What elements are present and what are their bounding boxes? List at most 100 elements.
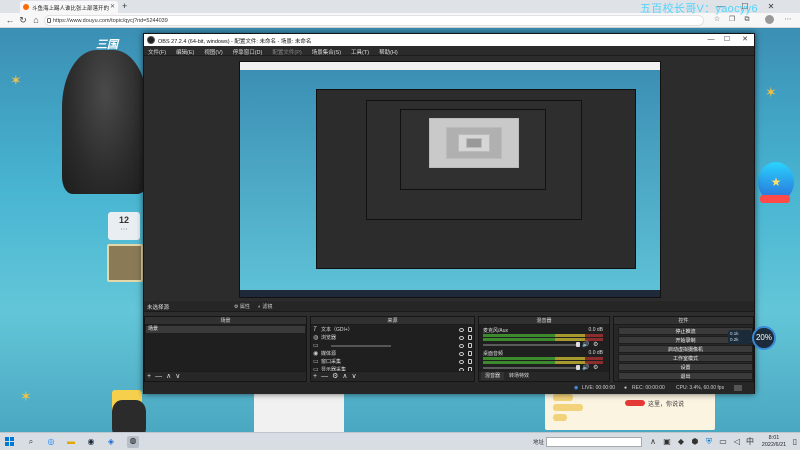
move-scene-up-button[interactable]: ∧ [164,372,173,382]
lock-icon[interactable] [468,359,472,364]
side-card-counter[interactable]: 12 • • • [108,212,140,240]
controls-dock-title: 控件 [614,317,753,325]
scenes-dock-title: 场景 [145,317,306,325]
visibility-eye-icon[interactable] [459,344,464,348]
obs-close-button[interactable]: ✕ [738,35,752,45]
tab-transitions[interactable]: 转场特效 [505,372,534,380]
tray-app-icon[interactable]: ⬢ [690,437,700,447]
steam-icon[interactable]: ◉ [86,437,96,447]
remove-source-button[interactable]: — [319,372,330,382]
source-item[interactable]: ◍ 浏览器 [311,334,474,342]
rec-icon: ● [624,385,628,391]
source-item[interactable]: ▭ 窗口采集 [311,358,474,366]
menu-profile[interactable]: 配置文件(P) [268,46,307,56]
settings-button[interactable]: 设置 [618,363,753,371]
gear-icon[interactable]: ⚙ [593,341,598,348]
obs-minimize-button[interactable]: — [704,35,718,45]
address-bar[interactable]: https://www.douyu.com/topic/qycj?rid=524… [44,15,704,26]
app-icon[interactable]: ◈ [106,437,116,447]
lock-icon[interactable] [468,351,472,356]
menu-help[interactable]: 帮助(H) [375,46,404,56]
mic-aux-db: 0.0 dB [588,327,603,333]
speaker-icon[interactable]: 🔊 [582,341,589,348]
browser-close-button[interactable]: ✕ [760,0,782,13]
visibility-eye-icon[interactable] [459,336,464,340]
mic-aux-label: 麦克风/Aux [483,328,509,334]
move-scene-down-button[interactable]: ∨ [173,372,182,382]
visibility-eye-icon[interactable] [459,352,464,356]
remove-scene-button[interactable]: — [153,372,164,382]
slider-knob[interactable] [576,365,580,370]
source-item[interactable]: ◉ 媒体源 [311,350,474,358]
back-button[interactable]: ← [4,14,16,26]
lock-icon[interactable] [468,335,472,340]
obs-logo-icon [147,36,155,44]
profile-avatar[interactable] [765,15,774,24]
windows-start-icon[interactable] [5,437,15,447]
chat-area [545,390,715,430]
windows-taskbar: ⌕ ◎ ▬ ◉ ◈ ◍ 地址 ∧ ▣ ◆ ⬢ ⛨ ▭ ◁ 中 8:01 2022… [0,432,800,450]
collections-icon[interactable]: ❐ [727,15,737,25]
speaker-icon[interactable]: 🔊 [582,364,589,371]
mic-aux-volume-slider[interactable] [483,342,580,347]
studio-mode-button[interactable]: 工作室模式 [618,354,753,362]
search-icon[interactable]: ⌕ [26,437,36,447]
obs-taskbar-icon[interactable]: ◍ [127,436,139,448]
exit-button[interactable]: 退出 [618,372,753,380]
nested-obs-capture-2 [366,100,582,220]
ime-icon[interactable]: 中 [745,437,755,447]
home-icon[interactable]: ⌂ [30,14,42,26]
menu-tools[interactable]: 工具(T) [347,46,375,56]
slider-knob[interactable] [576,342,580,347]
menu-edit[interactable]: 编辑(E) [172,46,200,56]
move-source-up-button[interactable]: ∧ [340,372,349,382]
menu-file[interactable]: 文件(F) [144,46,172,56]
new-tab-button[interactable]: + [122,1,127,11]
visibility-eye-icon[interactable] [459,328,464,332]
tray-app-icon[interactable]: ▣ [662,437,672,447]
obs-preview[interactable] [144,56,754,300]
tab-close-icon[interactable]: ✕ [110,3,115,10]
network-icon[interactable]: ▭ [718,437,728,447]
more-menu-icon[interactable]: ⋯ [783,15,793,25]
browser-tab[interactable]: 斗鱼海上踢人谁比张上部落开的 ✕ [20,1,118,13]
start-virtual-camera-button[interactable]: 启动虚拟摄像机 [618,345,753,353]
source-item[interactable]: ▭ [311,342,474,350]
desktop-audio-volume-slider[interactable] [483,365,580,370]
lock-icon[interactable] [468,327,472,332]
properties-button[interactable]: ⚙ 属性 [234,303,250,310]
gear-icon[interactable]: ⚙ [593,364,598,371]
extensions-icon[interactable]: ⧉ [742,15,752,25]
visibility-eye-icon[interactable] [459,360,464,364]
defender-icon[interactable]: ⛨ [704,437,714,447]
filters-button[interactable]: ◐ 滤镜 [258,303,272,310]
menu-scene-collection[interactable]: 场景集合(S) [308,46,347,56]
menu-view[interactable]: 视图(V) [200,46,228,56]
source-item[interactable]: T 文本（GDI+） [311,326,474,334]
tray-app-icon[interactable]: ◆ [676,437,686,447]
add-source-button[interactable]: + [311,372,319,382]
tab-mixer[interactable]: 混音器 [481,372,505,380]
warrior-thumbnail [112,400,146,433]
volume-icon[interactable]: ◁ [732,437,742,447]
taskbar-address-input[interactable] [546,437,642,447]
menu-docks[interactable]: 停靠窗口(D) [229,46,269,56]
tray-chevron-icon[interactable]: ∧ [648,437,658,447]
refresh-icon[interactable]: ↻ [17,14,29,26]
file-explorer-icon[interactable]: ▬ [66,437,76,447]
notification-icon[interactable]: ▯ [790,437,800,447]
desktop-audio-meter [483,357,603,360]
source-settings-gear-icon[interactable]: ⚙ [330,372,340,382]
edge-browser-icon[interactable]: ◎ [46,437,56,447]
ad-button[interactable] [760,195,790,203]
lock-icon[interactable] [468,343,472,348]
favorite-star-icon[interactable]: ☆ [712,15,722,25]
scene-item[interactable]: 场景 [146,326,305,333]
move-source-down-button[interactable]: ∨ [350,372,359,382]
obs-maximize-button[interactable]: ☐ [720,35,734,45]
taskbar-clock[interactable]: 8:01 2022/6/21 [757,435,791,449]
starfish-icon: ✶ [20,388,32,404]
cat-thumbnail[interactable] [107,244,143,282]
performance-gauge[interactable]: 20% [752,326,776,350]
add-scene-button[interactable]: + [145,372,153,382]
